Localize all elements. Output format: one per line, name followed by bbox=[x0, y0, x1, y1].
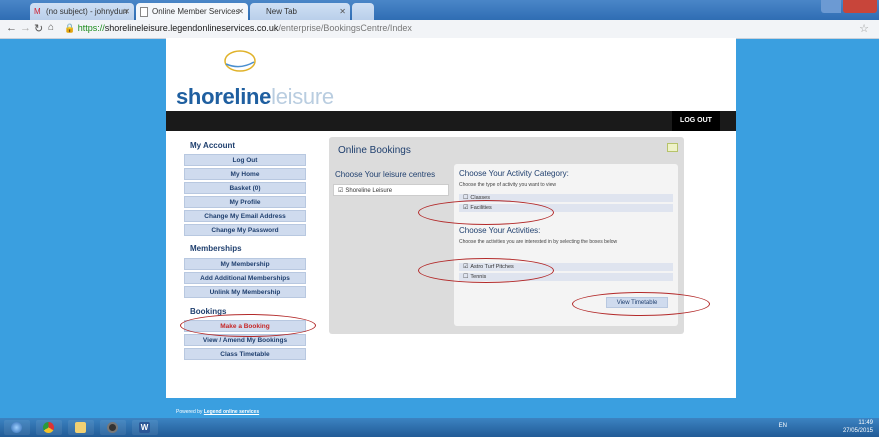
clock-time: 11:49 bbox=[858, 420, 873, 426]
back-icon[interactable]: ← bbox=[6, 22, 17, 34]
checkbox-checked-icon[interactable]: ☑ bbox=[338, 188, 343, 194]
basket-link[interactable]: Basket (0) bbox=[184, 182, 306, 194]
tab-online-member-services[interactable]: Online Member Services ✕ bbox=[136, 3, 248, 20]
log-out-link[interactable]: Log Out bbox=[184, 154, 306, 166]
activities-hint: Choose the activities you are interested… bbox=[459, 239, 618, 245]
unlink-membership-link[interactable]: Unlink My Membership bbox=[184, 286, 306, 298]
activities-heading: Choose Your Activities: bbox=[459, 226, 541, 235]
close-tab-icon[interactable]: ✕ bbox=[339, 3, 346, 20]
close-tab-icon[interactable]: ✕ bbox=[237, 3, 244, 20]
annotation-circle bbox=[572, 292, 710, 316]
close-tab-icon[interactable]: ✕ bbox=[123, 3, 130, 20]
logo-secondary: leisure bbox=[271, 84, 334, 109]
system-clock[interactable]: 11:49 27/05/2015 bbox=[843, 419, 873, 435]
logo-primary: shoreline bbox=[176, 84, 272, 109]
logo-wordmark: shorelineleisure bbox=[176, 84, 334, 110]
logout-button[interactable]: LOG OUT bbox=[672, 111, 720, 131]
page-icon bbox=[140, 7, 148, 17]
tab-gmail[interactable]: M (no subject) - johnydurr ✕ bbox=[30, 3, 134, 20]
my-account-heading: My Account bbox=[190, 141, 236, 150]
new-tab-button[interactable] bbox=[352, 3, 374, 20]
gmail-icon: M bbox=[34, 7, 41, 16]
centre-option[interactable]: ☑ Shoreline Leisure bbox=[333, 184, 449, 196]
panel-title: Online Bookings bbox=[338, 145, 411, 156]
site-logo[interactable]: shorelineleisure bbox=[176, 48, 376, 110]
url-field[interactable]: 🔒 https://shorelineleisure.legendonlines… bbox=[64, 22, 864, 35]
word-icon[interactable]: W bbox=[132, 420, 158, 435]
centre-label: Shoreline Leisure bbox=[345, 188, 393, 194]
chrome-icon[interactable] bbox=[36, 420, 62, 435]
change-password-link[interactable]: Change My Password bbox=[184, 224, 306, 236]
category-hint: Choose the type of activity you want to … bbox=[459, 182, 556, 188]
change-email-link[interactable]: Change My Email Address bbox=[184, 210, 306, 222]
clock-date: 27/05/2015 bbox=[842, 428, 873, 434]
url-host: shorelineleisure.legendonlineservices.co… bbox=[104, 23, 279, 33]
forward-icon[interactable]: → bbox=[20, 22, 31, 34]
annotation-circle bbox=[418, 258, 554, 283]
url-scheme: https:// bbox=[77, 23, 105, 33]
category-heading: Choose Your Activity Category: bbox=[459, 169, 569, 178]
language-indicator[interactable]: EN bbox=[779, 423, 787, 429]
tab-new-tab[interactable]: New Tab ✕ bbox=[250, 3, 350, 20]
url-path: /enterprise/BookingsCentre/Index bbox=[278, 23, 412, 33]
reload-icon[interactable]: ↻ bbox=[34, 22, 43, 35]
tab-label: Online Member Services bbox=[152, 7, 240, 16]
windows-taskbar: W EN 11:49 27/05/2015 bbox=[0, 418, 879, 437]
tab-label: (no subject) - johnydurr bbox=[46, 7, 129, 16]
add-memberships-link[interactable]: Add Additional Memberships bbox=[184, 272, 306, 284]
my-home-link[interactable]: My Home bbox=[184, 168, 306, 180]
tab-label: New Tab bbox=[266, 7, 297, 16]
powered-by-text: Powered by bbox=[176, 409, 203, 415]
minimize-button[interactable] bbox=[821, 0, 841, 13]
help-icon[interactable] bbox=[667, 143, 678, 152]
file-explorer-icon[interactable] bbox=[68, 420, 94, 435]
class-timetable-link[interactable]: Class Timetable bbox=[184, 348, 306, 360]
star-icon[interactable]: ☆ bbox=[859, 22, 869, 35]
lock-icon: 🔒 bbox=[64, 23, 76, 33]
media-player-icon[interactable] bbox=[100, 420, 126, 435]
start-orb-icon[interactable] bbox=[4, 420, 30, 435]
centres-heading: Choose Your leisure centres bbox=[335, 170, 436, 179]
browser-tab-strip: M (no subject) - johnydurr ✕ Online Memb… bbox=[0, 0, 879, 20]
annotation-circle bbox=[180, 314, 316, 337]
memberships-heading: Memberships bbox=[190, 244, 242, 253]
home-icon[interactable]: ⌂ bbox=[48, 22, 54, 33]
top-nav-bar: LOG OUT bbox=[166, 111, 736, 131]
my-profile-link[interactable]: My Profile bbox=[184, 196, 306, 208]
annotation-circle bbox=[418, 200, 554, 225]
my-membership-link[interactable]: My Membership bbox=[184, 258, 306, 270]
legend-link[interactable]: Legend online services bbox=[204, 409, 259, 415]
close-window-button[interactable] bbox=[843, 0, 877, 13]
window-controls bbox=[819, 0, 879, 14]
address-bar: ← → ↻ ⌂ 🔒 https://shorelineleisure.legen… bbox=[0, 20, 879, 39]
logo-sun-icon bbox=[224, 50, 256, 72]
powered-by: Powered by Legend online services bbox=[176, 409, 259, 415]
